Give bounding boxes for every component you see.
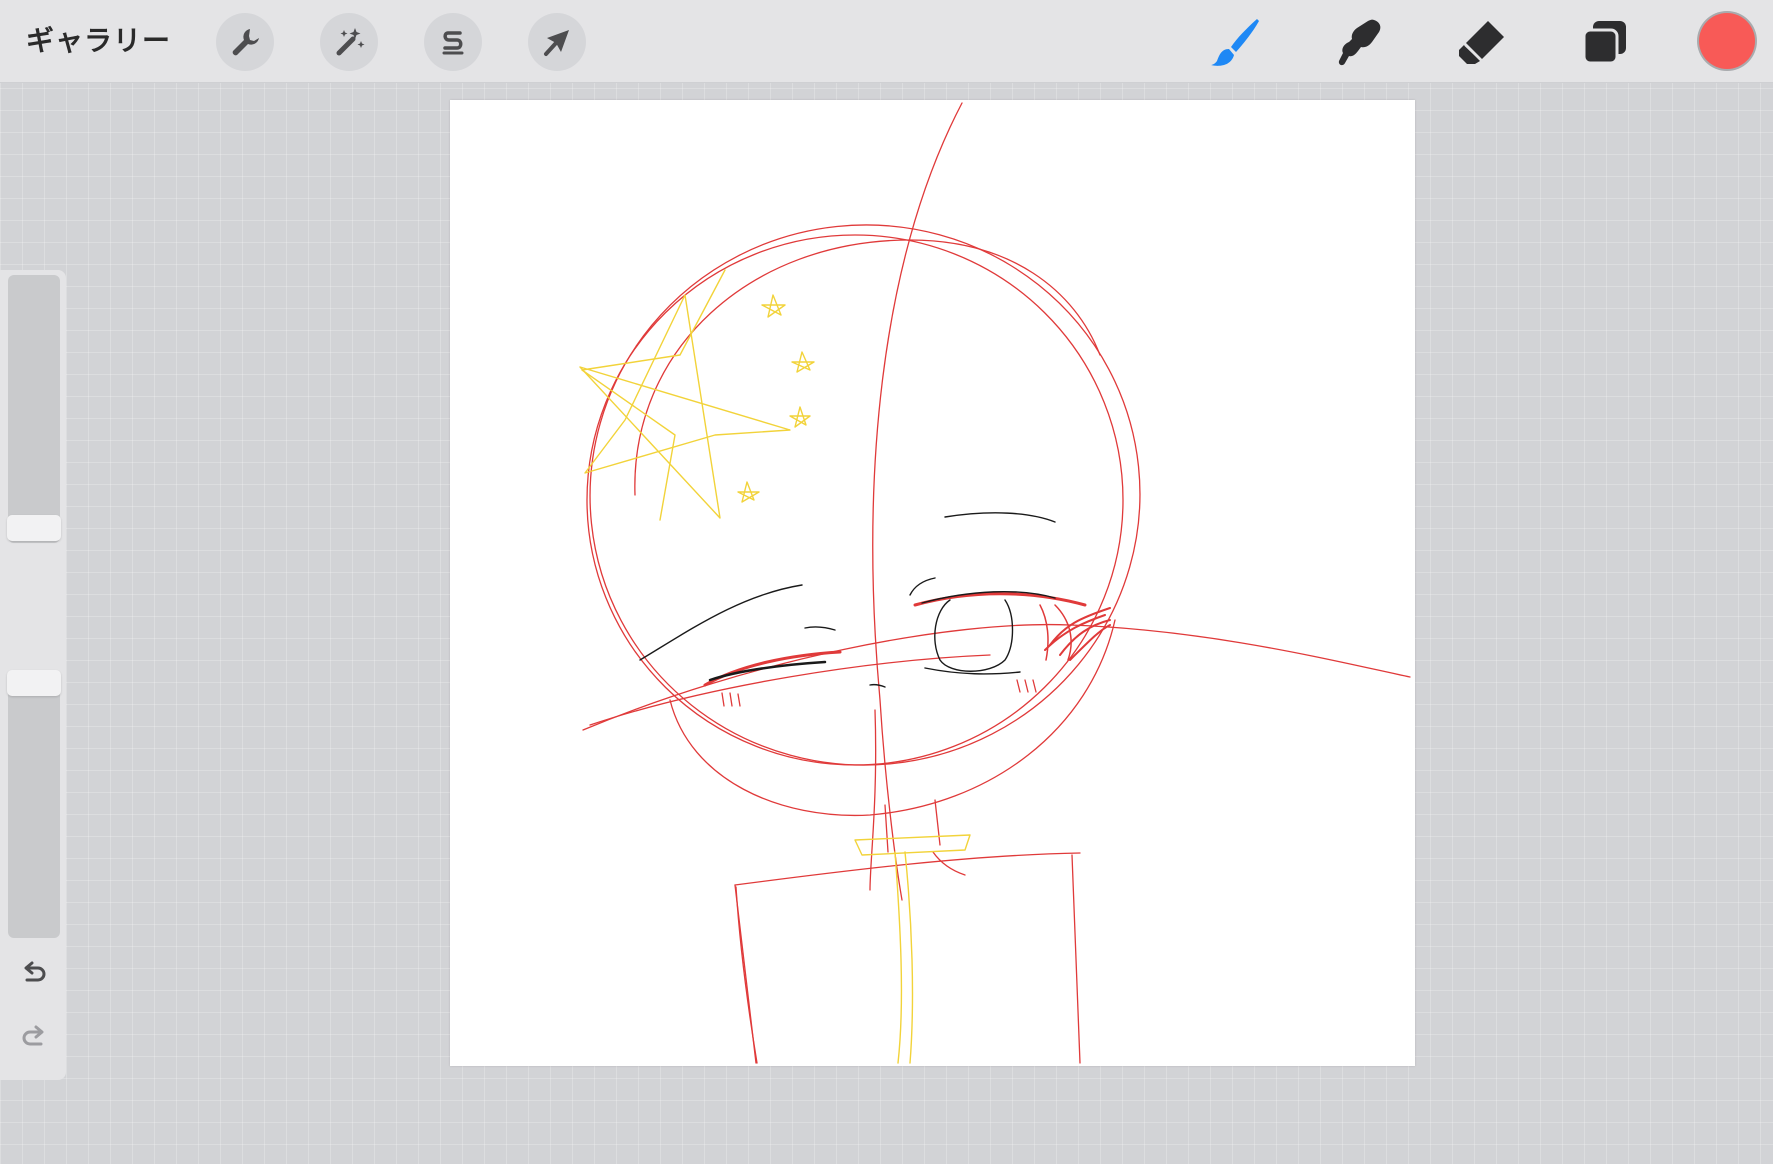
smudge-icon	[1338, 19, 1381, 66]
gallery-button[interactable]: ギャラリー	[26, 20, 171, 62]
eraser-tool-button[interactable]	[1452, 13, 1510, 71]
actions-button[interactable]	[216, 13, 274, 71]
redo-button[interactable]	[18, 1022, 50, 1054]
adjustments-button[interactable]	[320, 13, 378, 71]
transform-arrow-icon	[544, 30, 569, 56]
undo-button[interactable]	[18, 958, 50, 990]
brush-size-slider[interactable]	[8, 275, 60, 543]
selection-button[interactable]	[424, 13, 482, 71]
sketch-artwork	[579, 102, 1411, 1064]
eraser-icon	[1459, 21, 1504, 64]
layers-button[interactable]	[1576, 13, 1634, 71]
redo-icon	[22, 1025, 44, 1046]
wrench-icon	[232, 29, 259, 56]
smudge-tool-button[interactable]	[1330, 13, 1388, 71]
magic-wand-icon	[336, 28, 365, 56]
selection-icon	[442, 31, 464, 55]
brush-size-handle[interactable]	[7, 515, 61, 541]
top-toolbar: ギャラリー	[0, 0, 1773, 83]
layers-icon	[1582, 21, 1626, 65]
side-toolbar	[0, 270, 66, 1080]
opacity-handle[interactable]	[7, 670, 61, 696]
brush-tool-button[interactable]	[1206, 13, 1264, 71]
undo-icon	[24, 961, 46, 982]
opacity-slider[interactable]	[8, 670, 60, 938]
brush-icon	[1211, 19, 1259, 66]
color-picker-button[interactable]	[1699, 13, 1755, 69]
drawing-canvas[interactable]	[450, 100, 1415, 1066]
transform-button[interactable]	[528, 13, 586, 71]
